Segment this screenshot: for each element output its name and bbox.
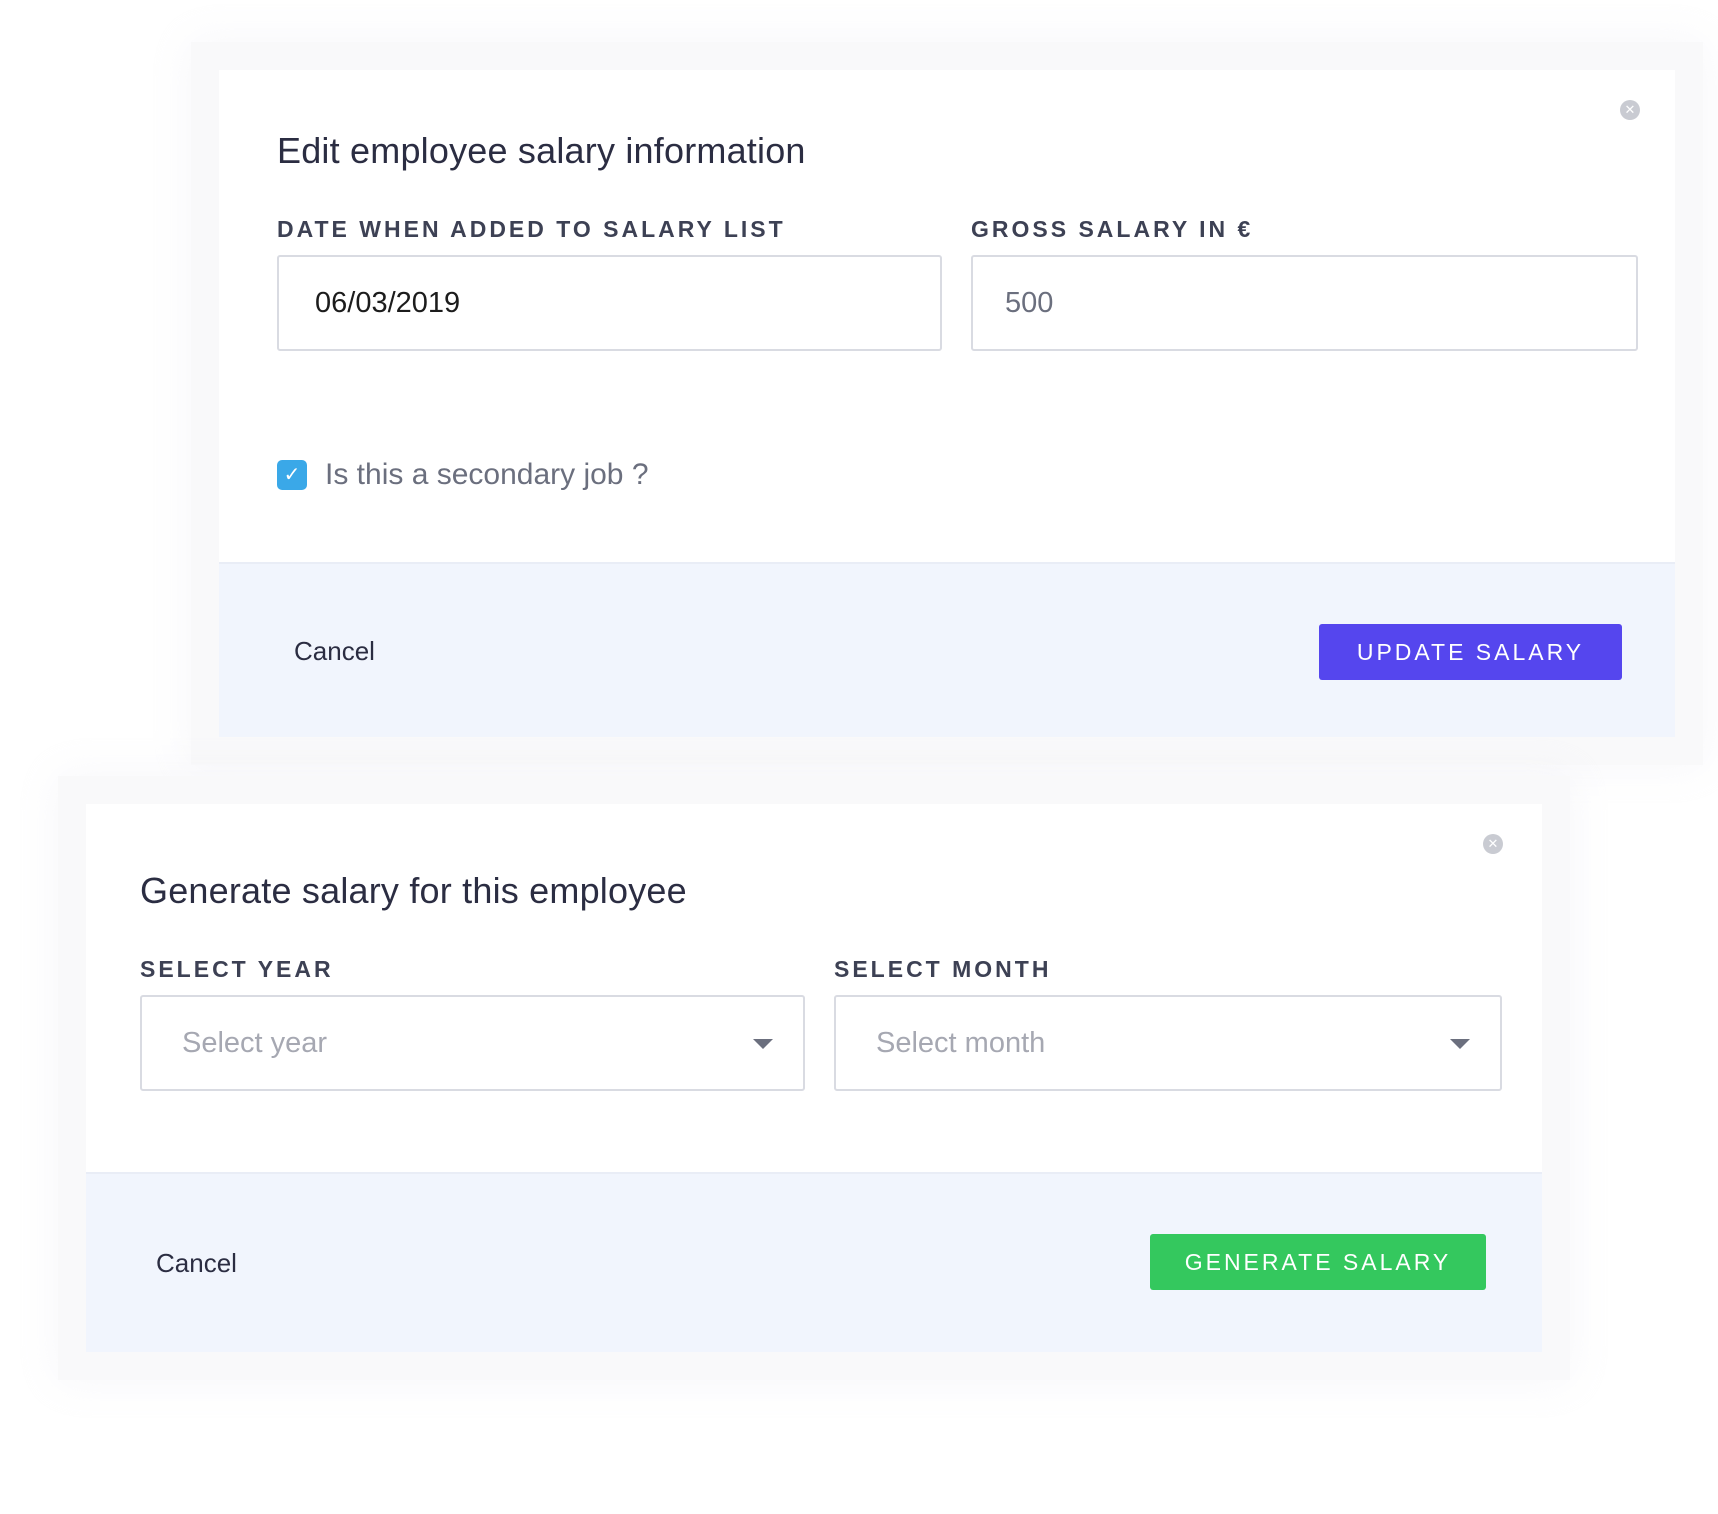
gross-salary-label: GROSS SALARY IN € xyxy=(971,216,1254,242)
select-month-placeholder: Select month xyxy=(876,1027,1046,1059)
close-icon[interactable]: ✕ xyxy=(1483,834,1503,854)
modal-title: Generate salary for this employee xyxy=(140,870,687,911)
select-year-placeholder: Select year xyxy=(182,1027,328,1059)
generate-salary-modal-footer: Cancel GENERATE SALARY xyxy=(86,1172,1542,1352)
gross-salary-input[interactable]: 500 xyxy=(971,255,1638,351)
cancel-button[interactable]: Cancel xyxy=(294,636,375,667)
chevron-down-icon xyxy=(1450,1039,1470,1049)
secondary-job-checkbox[interactable]: ✓ xyxy=(277,460,307,490)
generate-salary-modal: ✕ Generate salary for this employee SELE… xyxy=(86,804,1542,1352)
generate-salary-button[interactable]: GENERATE SALARY xyxy=(1150,1234,1486,1290)
select-month-label: SELECT MONTH xyxy=(834,956,1052,982)
gross-salary-value: 500 xyxy=(1005,287,1054,319)
chevron-down-icon xyxy=(753,1039,773,1049)
checkmark-icon: ✓ xyxy=(283,464,301,486)
close-icon[interactable]: ✕ xyxy=(1620,100,1640,120)
modal-title: Edit employee salary information xyxy=(277,130,806,171)
date-added-input[interactable]: 06/03/2019 xyxy=(277,255,942,351)
edit-salary-modal-body: ✕ Edit employee salary information DATE … xyxy=(219,70,1675,562)
date-added-label: DATE WHEN ADDED TO SALARY LIST xyxy=(277,216,786,242)
select-month-dropdown[interactable]: Select month xyxy=(834,995,1502,1091)
generate-salary-modal-body: ✕ Generate salary for this employee SELE… xyxy=(86,804,1542,1172)
edit-salary-modal-footer: Cancel UPDATE SALARY xyxy=(219,562,1675,737)
cancel-button[interactable]: Cancel xyxy=(156,1248,237,1279)
secondary-job-label: Is this a secondary job ? xyxy=(325,458,649,491)
date-added-value: 06/03/2019 xyxy=(315,287,461,319)
update-salary-button[interactable]: UPDATE SALARY xyxy=(1319,624,1622,680)
select-year-label: SELECT YEAR xyxy=(140,956,334,982)
edit-salary-modal: ✕ Edit employee salary information DATE … xyxy=(219,70,1675,737)
select-year-dropdown[interactable]: Select year xyxy=(140,995,805,1091)
